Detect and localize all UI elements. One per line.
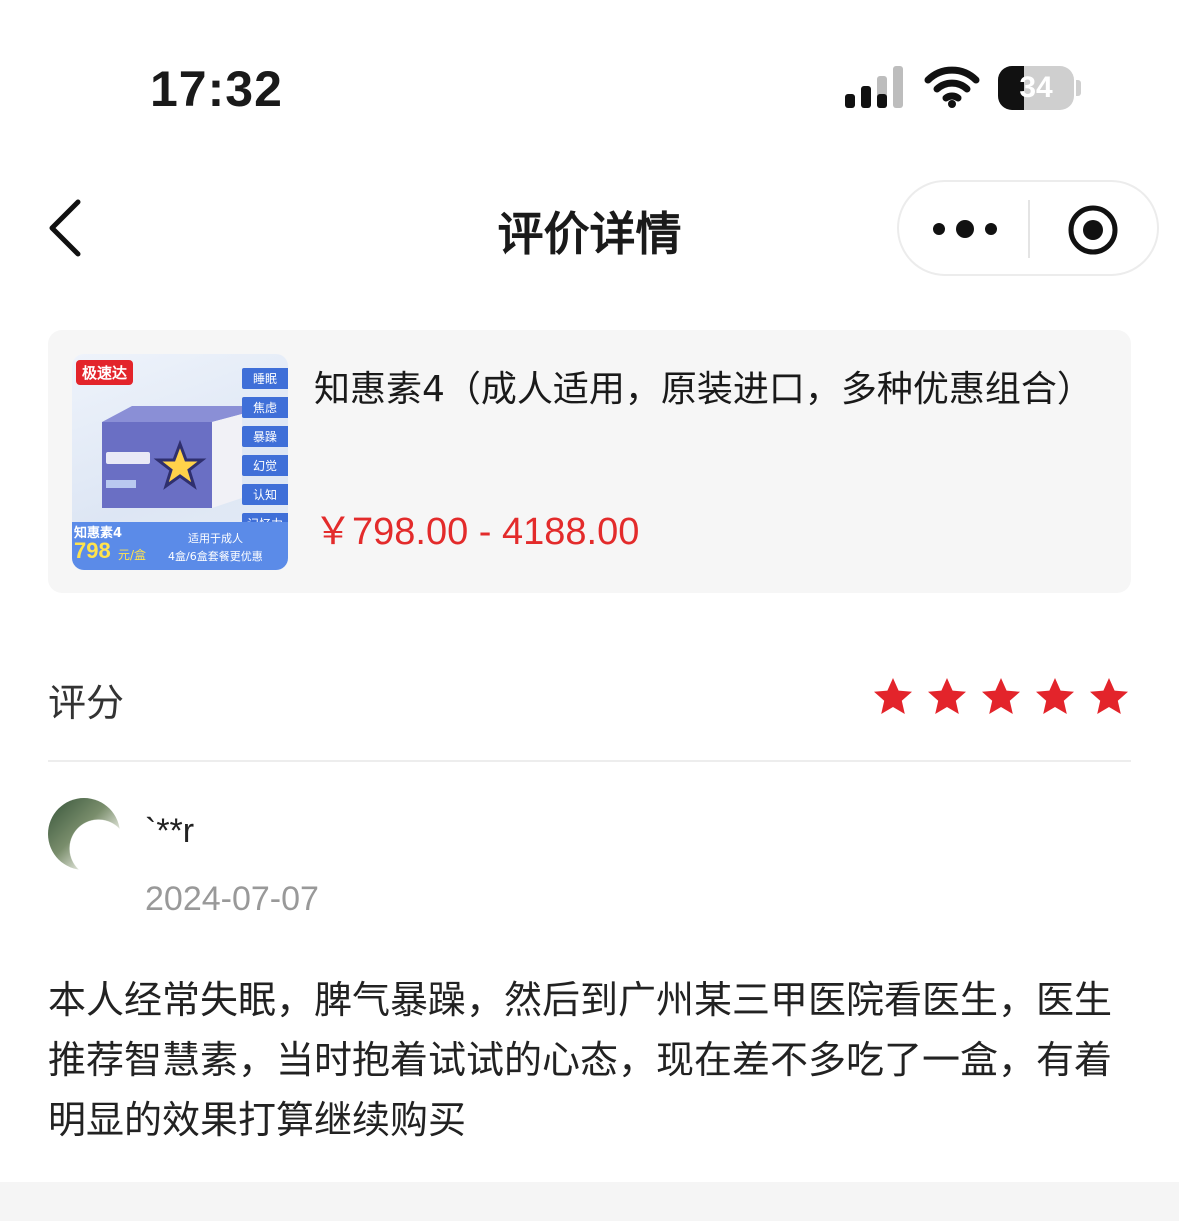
wifi-icon [924,66,980,108]
express-badge: 极速达 [76,360,134,385]
rating-stars [872,676,1132,720]
star-icon [874,678,912,714]
battery-icon: 34 [998,66,1082,110]
star-icon [1036,678,1074,714]
avatar [48,798,120,870]
section-divider [48,760,1131,762]
capsule-divider [1028,200,1030,258]
product-box-illustration [102,406,242,508]
product-title[interactable]: 知惠素4（成人适用，原装进口，多种优惠组合） [314,360,1104,420]
rating-label: 评分 [48,681,125,725]
star-icon [982,678,1020,714]
cellular-signal-icon [845,66,903,108]
image-price: 798 [74,538,111,563]
star-icon [1090,678,1128,714]
product-tag: 睡眠 [242,368,288,389]
battery-level: 34 [1019,71,1053,104]
bottom-bar [0,1182,1179,1221]
image-price-unit: 元/盒 [118,548,147,562]
product-card[interactable]: 极速达 睡眠 焦虑 暴躁 幻觉 认知 记忆力 知惠素4 798 元/盒 适用于成… [48,330,1131,593]
product-price: ￥798.00 - 4188.00 [314,511,640,553]
reviewer-name: `**r [145,812,195,850]
image-note-line2: 4盒/6盒套餐更优惠 [168,550,263,563]
product-image-banner: 知惠素4 798 元/盒 适用于成人 4盒/6盒套餐更优惠 [72,522,288,570]
review-date: 2024-07-07 [145,880,319,918]
review-content: 本人经常失眠，脾气暴躁，然后到广州某三甲医院看医生，医生推荐智慧素，当时抱着试试… [48,978,1113,1142]
status-bar: 17:32 34 [0,0,1179,170]
status-time: 17:32 [150,61,283,117]
image-note-line1: 适用于成人 [188,532,243,545]
mini-program-capsule [897,180,1159,276]
more-icon[interactable] [929,212,1001,246]
product-image[interactable]: 极速达 睡眠 焦虑 暴躁 幻觉 认知 记忆力 知惠素4 798 元/盒 适用于成… [72,354,288,570]
close-mini-program-icon[interactable] [1065,202,1121,258]
star-icon [928,678,966,714]
